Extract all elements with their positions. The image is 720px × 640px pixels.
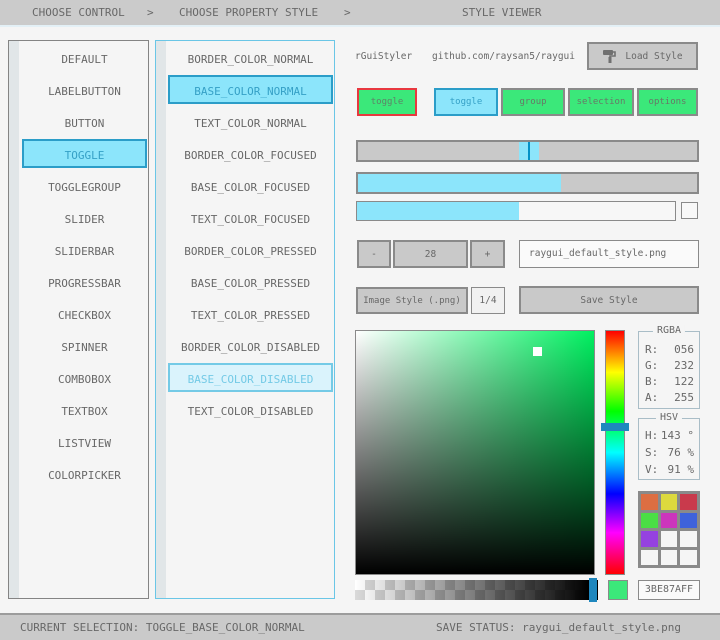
list-item-border-color-disabled[interactable]: BORDER_COLOR_DISABLED bbox=[168, 331, 333, 360]
hue-bar[interactable] bbox=[605, 330, 625, 575]
hsv-groupbox: HSV H: 143 ° S: 76 % V: 91 % bbox=[638, 418, 700, 480]
list-item-text-color-normal[interactable]: TEXT_COLOR_NORMAL bbox=[168, 107, 333, 136]
list-item-button[interactable]: BUTTON bbox=[22, 107, 147, 136]
chevron-separator-icon: > bbox=[344, 0, 351, 25]
hsv-saturation-row: S: 76 % bbox=[645, 446, 694, 460]
rguistyler-window: CHOOSE CONTROL > CHOOSE PROPERTY STYLE >… bbox=[0, 0, 720, 640]
properties-scrollbar[interactable] bbox=[156, 41, 166, 598]
list-item-base-color-normal[interactable]: BASE_COLOR_NORMAL bbox=[168, 75, 333, 104]
properties-listview: BORDER_COLOR_NORMAL BASE_COLOR_NORMAL TE… bbox=[155, 40, 335, 599]
swatch-blue[interactable] bbox=[680, 513, 697, 529]
list-item-text-color-focused[interactable]: TEXT_COLOR_FOCUSED bbox=[168, 203, 333, 232]
ratio-button[interactable]: 1/4 bbox=[471, 287, 505, 314]
image-style-button[interactable]: Image Style (.png) bbox=[356, 287, 468, 314]
list-item-border-color-focused[interactable]: BORDER_COLOR_FOCUSED bbox=[168, 139, 333, 168]
status-bar: CURRENT SELECTION: TOGGLE_BASE_COLOR_NOR… bbox=[0, 613, 720, 640]
slider[interactable] bbox=[356, 140, 699, 162]
filename-input[interactable]: raygui_default_style.png bbox=[519, 240, 699, 268]
swatch-empty[interactable] bbox=[661, 550, 678, 566]
hsv-value-row: V: 91 % bbox=[645, 463, 694, 477]
rgba-green-row: G: 232 bbox=[645, 359, 694, 373]
list-item-labelbutton[interactable]: LABELBUTTON bbox=[22, 75, 147, 104]
current-selection-status: CURRENT SELECTION: TOGGLE_BASE_COLOR_NOR… bbox=[20, 615, 305, 640]
list-item-spinner[interactable]: SPINNER bbox=[22, 331, 147, 360]
list-item-border-color-normal[interactable]: BORDER_COLOR_NORMAL bbox=[168, 43, 333, 72]
swatch-purple[interactable] bbox=[641, 531, 658, 547]
swatch-empty[interactable] bbox=[680, 531, 697, 547]
swatch-orange[interactable] bbox=[641, 494, 658, 510]
list-item-colorpicker[interactable]: COLORPICKER bbox=[22, 459, 147, 488]
breadcrumb-style-viewer: STYLE VIEWER bbox=[462, 0, 541, 25]
alpha-slider[interactable] bbox=[355, 580, 598, 600]
list-item-togglegroup[interactable]: TOGGLEGROUP bbox=[22, 171, 147, 200]
current-color-swatch bbox=[608, 580, 628, 600]
list-item-base-color-focused[interactable]: BASE_COLOR_FOCUSED bbox=[168, 171, 333, 200]
toggle-active-button[interactable]: toggle bbox=[357, 88, 417, 116]
paint-roller-icon bbox=[602, 49, 618, 64]
rgba-red-row: R: 056 bbox=[645, 343, 694, 357]
breadcrumb-choose-control: CHOOSE CONTROL bbox=[32, 0, 125, 25]
list-item-progressbar[interactable]: PROGRESSBAR bbox=[22, 267, 147, 296]
controls-scrollbar[interactable] bbox=[9, 41, 19, 598]
hex-color-input[interactable]: 3BE87AFF bbox=[638, 580, 700, 600]
progressbar-fill bbox=[357, 202, 519, 220]
swatch-empty[interactable] bbox=[680, 550, 697, 566]
spinner-value[interactable]: 28 bbox=[393, 240, 468, 268]
list-item-default[interactable]: DEFAULT bbox=[22, 43, 147, 72]
save-style-button[interactable]: Save Style bbox=[519, 286, 699, 314]
togglegroup-item-selection[interactable]: selection bbox=[568, 88, 634, 116]
spinner-minus-button[interactable]: - bbox=[357, 240, 391, 268]
swatch-palette bbox=[638, 491, 700, 568]
swatch-yellow[interactable] bbox=[661, 494, 678, 510]
repo-link[interactable]: github.com/raysan5/raygui bbox=[432, 51, 575, 62]
controls-listview: DEFAULT LABELBUTTON BUTTON TOGGLE TOGGLE… bbox=[8, 40, 149, 599]
list-item-text-color-disabled[interactable]: TEXT_COLOR_DISABLED bbox=[168, 395, 333, 424]
swatch-empty[interactable] bbox=[661, 531, 678, 547]
list-item-border-color-pressed[interactable]: BORDER_COLOR_PRESSED bbox=[168, 235, 333, 264]
rgba-blue-row: B: 122 bbox=[645, 375, 694, 389]
togglegroup-item-options[interactable]: options bbox=[637, 88, 698, 116]
alpha-gradient bbox=[355, 580, 598, 600]
breadcrumb-choose-property: CHOOSE PROPERTY STYLE bbox=[179, 0, 318, 25]
alpha-handle[interactable] bbox=[589, 578, 597, 602]
sliderbar-fill bbox=[358, 174, 561, 192]
list-item-slider[interactable]: SLIDER bbox=[22, 203, 147, 232]
list-item-sliderbar[interactable]: SLIDERBAR bbox=[22, 235, 147, 264]
color-saturation-value-panel[interactable] bbox=[355, 330, 595, 575]
rgba-alpha-row: A: 255 bbox=[645, 391, 694, 405]
list-item-toggle[interactable]: TOGGLE bbox=[22, 139, 147, 168]
rgba-groupbox: RGBA R: 056 G: 232 B: 122 A: 255 bbox=[638, 331, 700, 409]
app-title: rGuiStyler bbox=[355, 51, 412, 62]
list-item-text-color-pressed[interactable]: TEXT_COLOR_PRESSED bbox=[168, 299, 333, 328]
hue-handle[interactable] bbox=[601, 423, 629, 431]
rgba-title: RGBA bbox=[653, 325, 685, 336]
hsv-title: HSV bbox=[656, 412, 682, 423]
color-picker-cursor[interactable] bbox=[533, 347, 542, 356]
hsv-hue-row: H: 143 ° bbox=[645, 429, 694, 443]
load-style-button[interactable]: Load Style bbox=[587, 42, 698, 70]
header-divider bbox=[0, 25, 720, 27]
header-bar: CHOOSE CONTROL > CHOOSE PROPERTY STYLE >… bbox=[0, 0, 720, 25]
progressbar bbox=[356, 201, 676, 221]
list-item-textbox[interactable]: TEXTBOX bbox=[22, 395, 147, 424]
chevron-separator-icon: > bbox=[147, 0, 154, 25]
checkbox[interactable] bbox=[681, 202, 698, 219]
swatch-magenta[interactable] bbox=[661, 513, 678, 529]
spinner-plus-button[interactable]: + bbox=[470, 240, 505, 268]
save-status: SAVE STATUS: raygui_default_style.png bbox=[436, 615, 681, 640]
swatch-red[interactable] bbox=[680, 494, 697, 510]
list-item-listview[interactable]: LISTVIEW bbox=[22, 427, 147, 456]
slider-knob[interactable] bbox=[519, 142, 539, 160]
togglegroup-item-group[interactable]: group bbox=[501, 88, 565, 116]
togglegroup-item-toggle[interactable]: toggle bbox=[434, 88, 498, 116]
list-item-combobox[interactable]: COMBOBOX bbox=[22, 363, 147, 392]
list-item-base-color-pressed[interactable]: BASE_COLOR_PRESSED bbox=[168, 267, 333, 296]
list-item-base-color-disabled[interactable]: BASE_COLOR_DISABLED bbox=[168, 363, 333, 392]
swatch-empty[interactable] bbox=[641, 550, 658, 566]
swatch-green[interactable] bbox=[641, 513, 658, 529]
list-item-checkbox[interactable]: CHECKBOX bbox=[22, 299, 147, 328]
sliderbar[interactable] bbox=[356, 172, 699, 194]
